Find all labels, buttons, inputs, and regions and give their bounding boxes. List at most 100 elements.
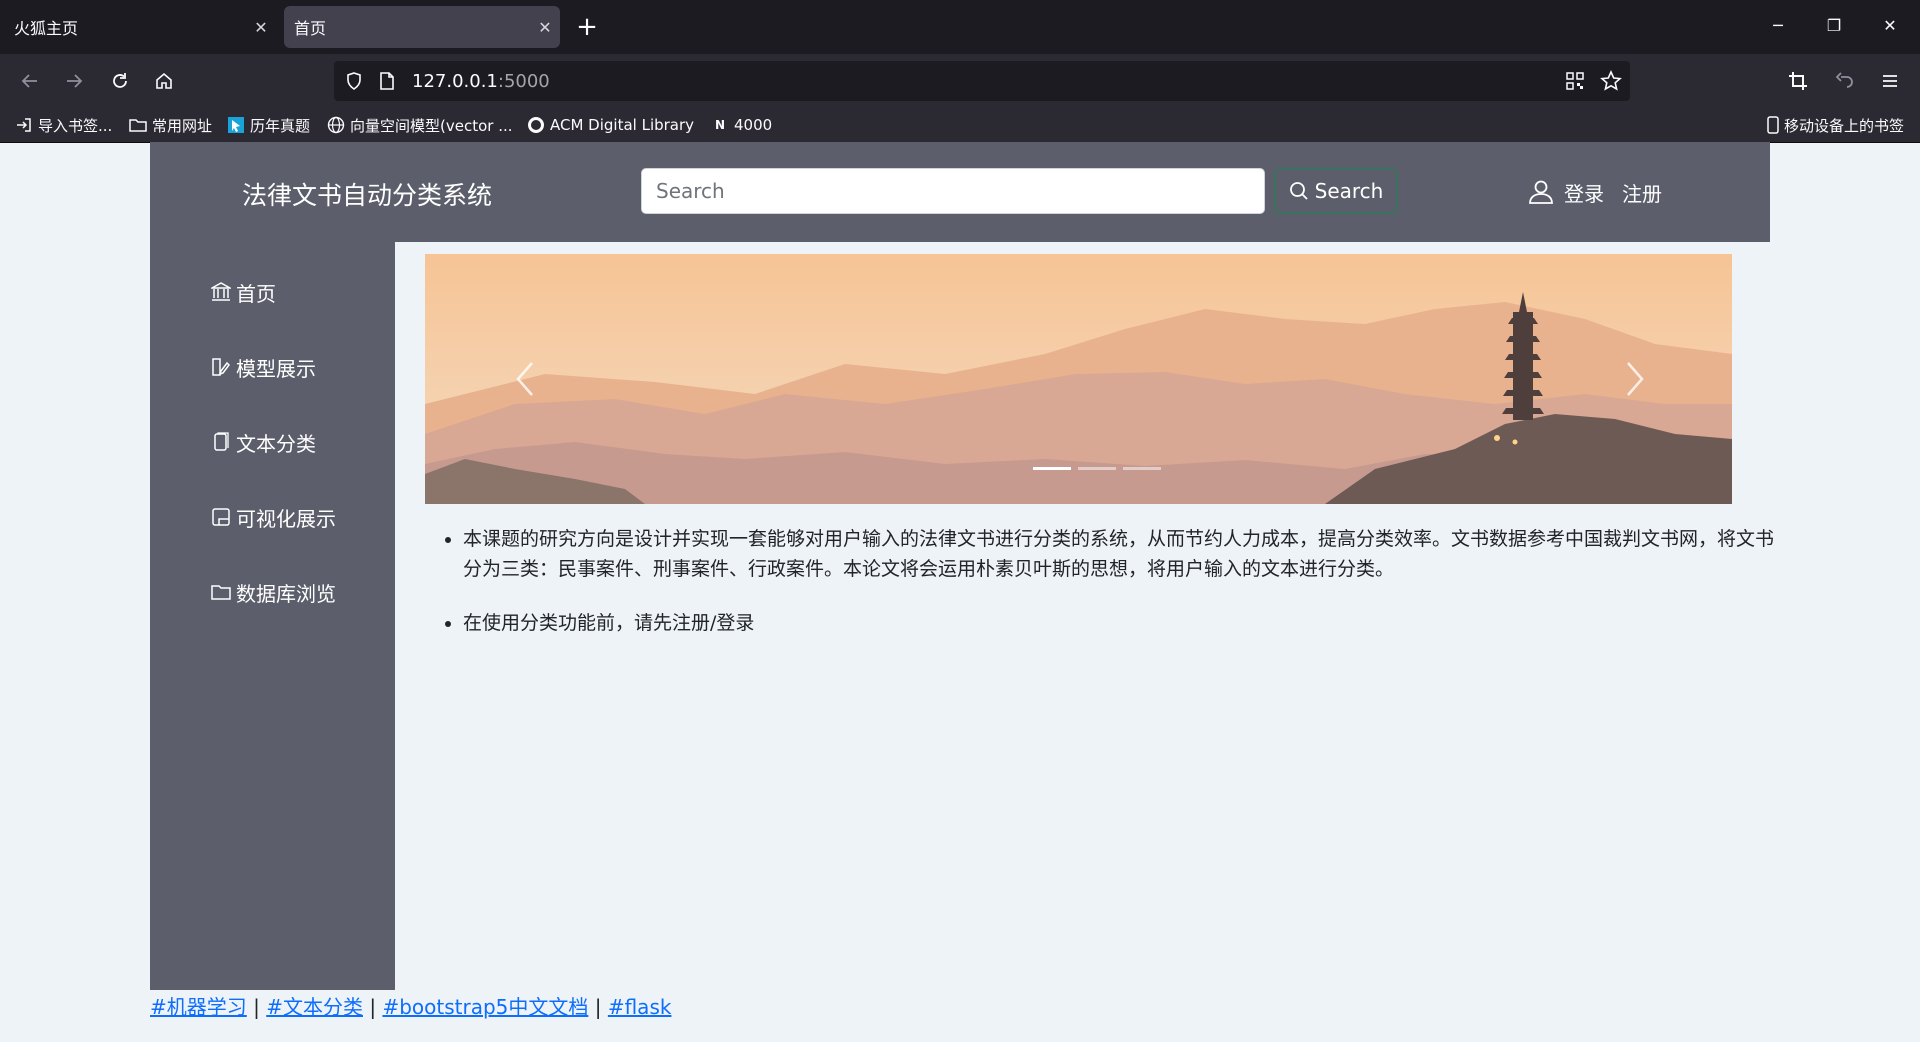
tab-home[interactable]: 首页 ✕	[284, 6, 560, 48]
sidebar-item-label: 首页	[236, 281, 276, 306]
tab-firefox-home[interactable]: 火狐主页 ✕	[4, 6, 276, 48]
login-link[interactable]: 登录	[1564, 178, 1604, 207]
sidebar-item-label: 数据库浏览	[236, 581, 336, 606]
reload-button[interactable]	[104, 65, 136, 97]
home-icon	[156, 72, 172, 89]
folder-icon	[210, 581, 232, 603]
page-icon	[380, 72, 394, 90]
restore-button[interactable]: ❐	[1816, 10, 1852, 42]
site-icon	[226, 116, 246, 134]
register-link[interactable]: 注册	[1622, 178, 1662, 207]
tab-label: 首页	[294, 19, 327, 38]
carousel-indicator[interactable]	[1033, 467, 1071, 470]
sidebar-item-label: 可视化展示	[236, 506, 336, 531]
list-item: 本课题的研究方向是设计并实现一套能够对用户输入的法律文书进行分类的系统，从而节约…	[463, 524, 1783, 584]
bookmarks-toolbar: 导入书签... 常用网址 历年真题 向量空间模型(vector ... ACM …	[0, 108, 1920, 143]
footer-link-ml[interactable]: #机器学习	[150, 995, 247, 1019]
chart-doc-icon	[210, 506, 232, 528]
new-tab-button[interactable]: +	[570, 12, 604, 44]
footer-separator: |	[362, 995, 383, 1019]
sidebar-item-classify[interactable]: 文本分类	[210, 427, 316, 457]
search-button[interactable]: Search	[1275, 168, 1397, 214]
bookmark-label: 移动设备上的书签	[1784, 116, 1905, 135]
bookmark-label: 4000	[734, 116, 773, 134]
forward-button[interactable]	[58, 65, 90, 97]
arrow-left-icon	[21, 74, 37, 88]
bookmark-import[interactable]: 导入书签...	[14, 114, 112, 136]
browser-tab-bar: 火狐主页 ✕ 首页 ✕ + ─ ❐ ✕	[0, 0, 1920, 54]
undo-button[interactable]	[1828, 65, 1860, 97]
bookmark-4000[interactable]: N 4000	[710, 114, 772, 136]
bookmark-past-exams[interactable]: 历年真题	[226, 114, 310, 136]
menu-button[interactable]	[1874, 65, 1906, 97]
url-host: 127.0.0.1	[412, 71, 498, 92]
carousel-indicator[interactable]	[1123, 467, 1161, 470]
back-button[interactable]	[14, 65, 46, 97]
tab-label: 火狐主页	[14, 19, 79, 38]
tab-close-icon[interactable]: ✕	[530, 18, 560, 37]
url-text: 127.0.0.1:5000	[412, 71, 550, 92]
sidebar: 首页 模型展示 文本分类 可视化展示 数据库浏览	[150, 242, 395, 990]
bookmark-label: 历年真题	[250, 116, 311, 135]
screenshot-button[interactable]	[1782, 65, 1814, 97]
n-icon: N	[714, 118, 726, 132]
bookmark-label: 常用网址	[152, 116, 213, 135]
bookmark-label: ACM Digital Library	[550, 116, 695, 134]
sidebar-item-database[interactable]: 数据库浏览	[210, 577, 336, 607]
bookmark-label: 向量空间模型(vector ...	[350, 116, 513, 135]
search-icon	[1289, 182, 1308, 200]
tab-close-icon[interactable]: ✕	[246, 18, 276, 37]
intro-list: 本课题的研究方向是设计并实现一套能够对用户输入的法律文书进行分类的系统，从而节约…	[425, 524, 1783, 662]
footer-link-text-classify[interactable]: #文本分类	[266, 995, 363, 1019]
arrow-right-icon	[67, 74, 83, 88]
carousel-indicator[interactable]	[1078, 467, 1116, 470]
sidebar-item-label: 文本分类	[236, 431, 316, 456]
hamburger-menu-icon	[1883, 75, 1897, 87]
user-area: 登录 注册	[1528, 175, 1662, 209]
undo-icon	[1835, 72, 1853, 88]
reload-icon	[113, 73, 127, 88]
bookmark-label: 导入书签...	[38, 116, 113, 135]
home-button[interactable]	[148, 65, 180, 97]
browser-nav-bar: 127.0.0.1:5000	[0, 54, 1920, 108]
image-carousel[interactable]	[425, 254, 1732, 504]
bookmark-vector-model[interactable]: 向量空间模型(vector ...	[326, 114, 513, 136]
url-port: :5000	[497, 71, 550, 92]
carousel-next-button[interactable]	[1615, 354, 1655, 404]
chevron-right-icon	[1627, 362, 1644, 396]
footer-link-bootstrap[interactable]: #bootstrap5中文文档	[382, 995, 588, 1019]
import-icon	[14, 116, 34, 134]
site-title[interactable]: 法律文书自动分类系统	[242, 176, 492, 212]
bookmark-common-sites[interactable]: 常用网址	[128, 114, 212, 136]
mobile-device-icon	[1766, 116, 1780, 134]
url-bar[interactable]: 127.0.0.1:5000	[334, 61, 1630, 101]
sidebar-item-home[interactable]: 首页	[210, 277, 276, 307]
list-item: 在使用分类功能前，请先注册/登录	[463, 608, 1783, 638]
star-icon[interactable]	[1600, 70, 1622, 92]
folder-icon	[128, 116, 148, 134]
footer-link-flask[interactable]: #flask	[608, 995, 672, 1019]
site-header: 法律文书自动分类系统 Search 登录 注册	[150, 142, 1770, 242]
document-icon	[210, 431, 232, 453]
sidebar-item-model[interactable]: 模型展示	[210, 352, 316, 382]
chevron-left-icon	[516, 362, 533, 396]
bookmark-mobile[interactable]: 移动设备上的书签	[1766, 114, 1904, 136]
globe-icon	[326, 116, 346, 134]
search-input[interactable]	[641, 168, 1265, 214]
model-icon	[210, 356, 232, 378]
user-icon	[1529, 180, 1553, 204]
sidebar-item-visualization[interactable]: 可视化展示	[210, 502, 336, 532]
close-window-button[interactable]: ✕	[1872, 10, 1908, 42]
carousel-prev-button[interactable]	[505, 354, 545, 404]
crop-icon	[1789, 72, 1807, 90]
shield-icon	[347, 72, 361, 90]
search-button-label: Search	[1314, 179, 1384, 203]
qr-code-icon[interactable]	[1566, 72, 1584, 90]
carousel-indicators	[1033, 467, 1161, 470]
footer-separator: |	[246, 995, 267, 1019]
footer-separator: |	[588, 995, 608, 1019]
minimize-button[interactable]: ─	[1760, 10, 1796, 42]
acm-icon	[526, 116, 546, 134]
sidebar-item-label: 模型展示	[236, 356, 316, 381]
bookmark-acm[interactable]: ACM Digital Library	[526, 114, 694, 136]
